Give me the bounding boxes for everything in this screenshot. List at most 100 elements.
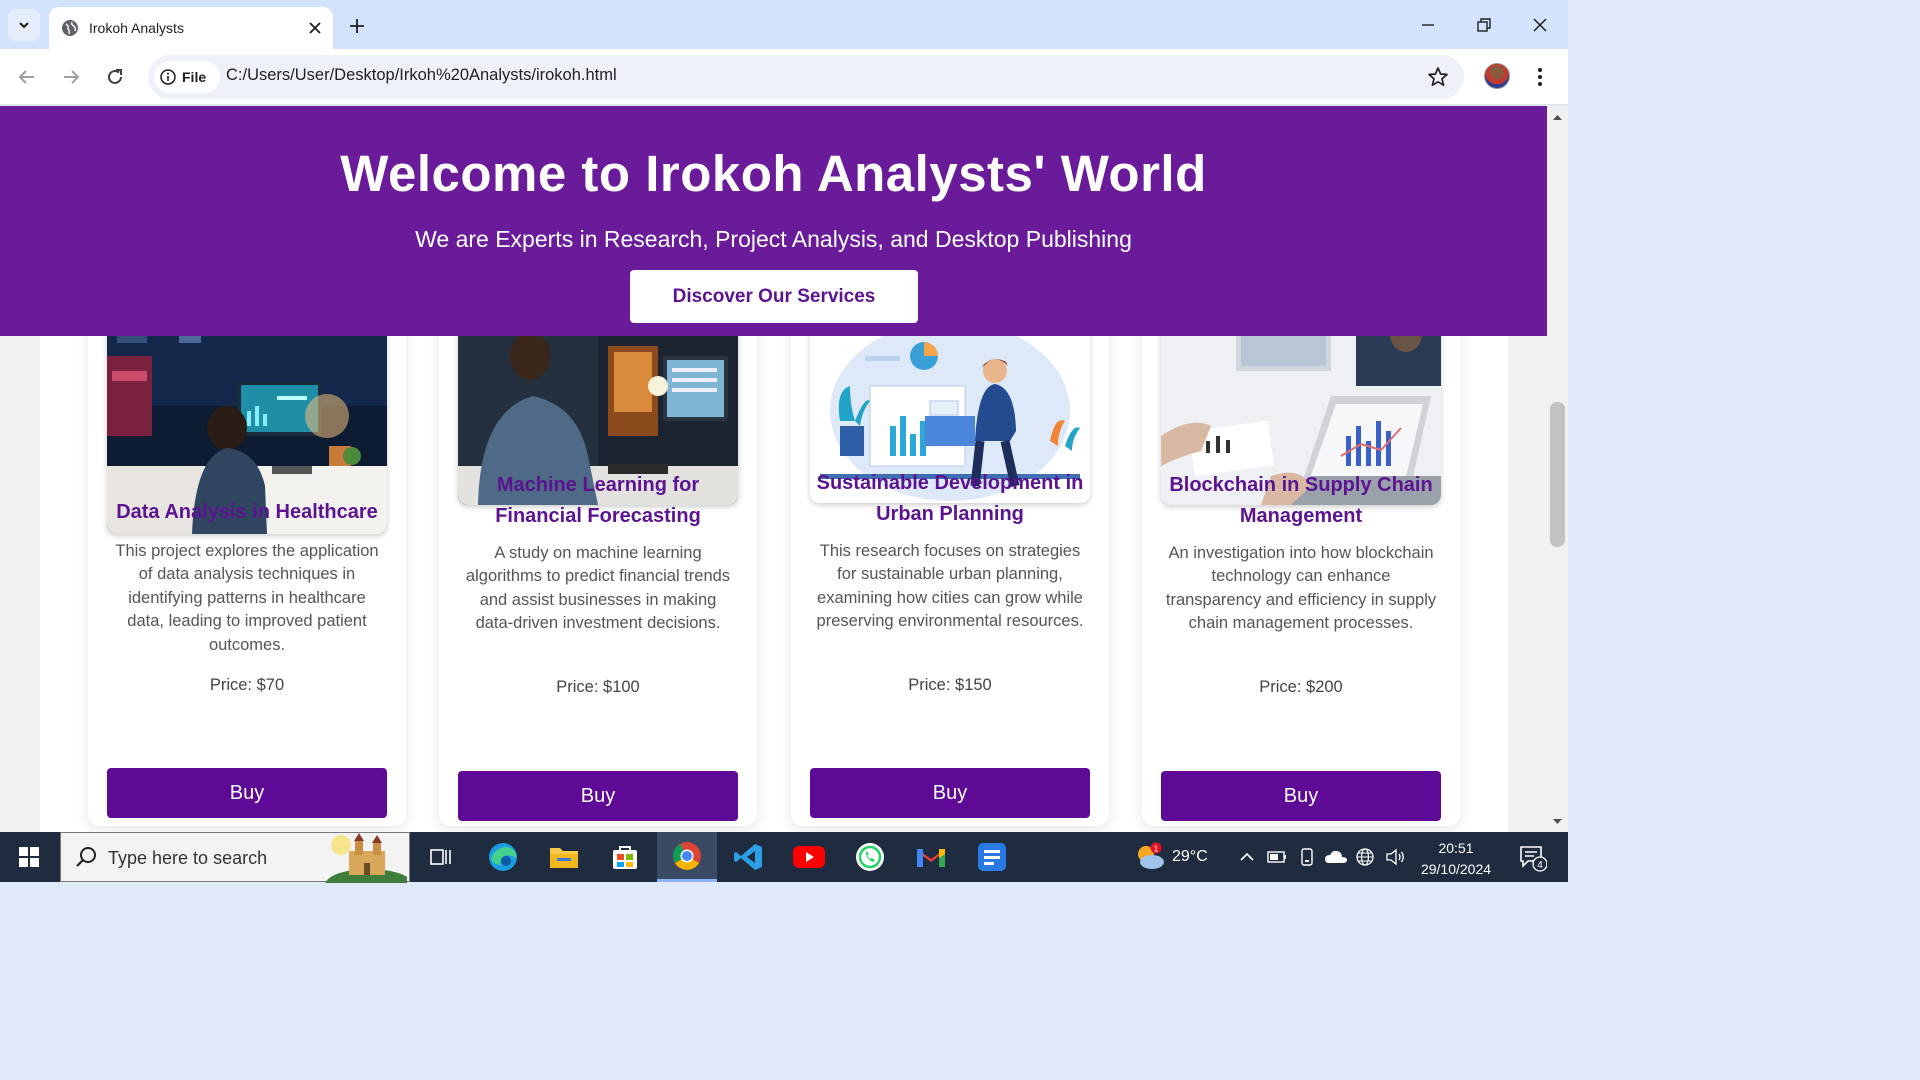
- site-info-chip[interactable]: File: [154, 61, 220, 93]
- scrollbar-thumb[interactable]: [1550, 402, 1565, 547]
- store-icon: [613, 846, 637, 869]
- buy-button[interactable]: Buy: [810, 768, 1090, 818]
- youtube-app-button[interactable]: [779, 832, 839, 882]
- gmail-icon: [917, 849, 945, 867]
- device-icon: [1301, 848, 1313, 866]
- browser-toolbar: File C:/Users/User/Desktop/Irkoh%20Analy…: [0, 49, 1568, 105]
- task-view-icon: [430, 849, 451, 865]
- docs-icon: [978, 843, 1006, 871]
- project-title: Sustainable Development in Urban Plannin…: [816, 472, 1084, 525]
- url-text[interactable]: C:/Users/User/Desktop/Irkoh%20Analysts/i…: [226, 66, 617, 85]
- chevron-up-icon: [1240, 852, 1254, 861]
- battery-indicator[interactable]: [1264, 832, 1290, 882]
- edge-app-button[interactable]: [473, 832, 533, 882]
- show-hidden-icons-button[interactable]: [1236, 832, 1258, 882]
- project-card: Data Analysis in Healthcare This project…: [88, 266, 406, 826]
- youtube-icon: [793, 846, 825, 868]
- project-price: Price: $100: [556, 678, 640, 696]
- site-info-label: File: [182, 69, 207, 85]
- browser-tab-active[interactable]: Irokoh Analysts: [49, 7, 333, 49]
- scroll-down-arrow-icon[interactable]: [1552, 816, 1563, 827]
- microsoft-store-app-button[interactable]: [595, 832, 655, 882]
- chevron-down-icon: [19, 22, 29, 29]
- back-button[interactable]: [11, 61, 43, 93]
- notification-icon: 4: [1520, 846, 1547, 872]
- minimize-icon: [1422, 23, 1434, 26]
- project-title: Blockchain in Supply Chain Management: [1169, 474, 1433, 527]
- notification-center-button[interactable]: 4: [1512, 832, 1552, 882]
- reload-button[interactable]: [99, 61, 131, 93]
- edge-icon: [489, 843, 517, 871]
- plus-icon: [350, 19, 364, 33]
- page-viewport: Data Analysis in Healthcare This project…: [0, 106, 1547, 832]
- minimize-window-button[interactable]: [1400, 0, 1456, 49]
- buy-button[interactable]: Buy: [458, 771, 738, 821]
- bookmark-star-icon[interactable]: [1426, 65, 1450, 89]
- network-indicator[interactable]: [1352, 832, 1378, 882]
- profile-avatar[interactable]: [1484, 63, 1510, 89]
- vscode-icon: [734, 844, 762, 870]
- gmail-app-button[interactable]: [901, 832, 961, 882]
- whatsapp-app-button[interactable]: [840, 832, 900, 882]
- reload-icon: [108, 69, 122, 84]
- tab-title: Irokoh Analysts: [89, 20, 184, 36]
- restore-icon: [1477, 17, 1491, 32]
- restore-window-button[interactable]: [1456, 0, 1512, 49]
- vscode-app-button[interactable]: [718, 832, 778, 882]
- tab-search-button[interactable]: [8, 9, 40, 41]
- clock-date: 29/10/2024: [1420, 861, 1492, 877]
- hero-title: Welcome to Irokoh Analysts' World: [340, 145, 1207, 202]
- taskbar-clock[interactable]: 20:51 29/10/2024: [1416, 838, 1496, 880]
- folder-icon: [550, 848, 578, 868]
- onedrive-indicator[interactable]: [1322, 832, 1350, 882]
- weather-temperature[interactable]: 29°C: [1172, 848, 1208, 866]
- battery-icon: [1267, 851, 1286, 863]
- project-card: Sustainable Development in Urban Plannin…: [791, 266, 1109, 826]
- close-window-button[interactable]: [1512, 0, 1568, 49]
- clock-time: 20:51: [1438, 840, 1474, 856]
- project-price: Price: $70: [209, 676, 285, 694]
- volume-indicator[interactable]: [1382, 832, 1408, 882]
- taskbar-search-box[interactable]: Type here to search: [60, 832, 410, 883]
- globe-network-icon: [1356, 848, 1374, 866]
- address-bar[interactable]: File C:/Users/User/Desktop/Irkoh%20Analy…: [148, 55, 1464, 99]
- project-price: Price: $200: [1259, 678, 1343, 696]
- taskbar-search-placeholder: Type here to search: [108, 848, 268, 868]
- close-icon: [1533, 17, 1547, 32]
- search-icon: [76, 847, 96, 867]
- browser-tab-strip: Irokoh Analysts: [0, 0, 1568, 49]
- globe-icon: [62, 20, 78, 36]
- weather-widget[interactable]: 1: [1132, 832, 1168, 882]
- cloud-icon: [1325, 850, 1347, 863]
- search-highlight-castle-icon: [325, 833, 407, 883]
- weather-badge: 1: [1154, 845, 1159, 854]
- hero-header: Welcome to Irokoh Analysts' World We are…: [0, 106, 1547, 336]
- project-description: An investigation into how blockchain tec…: [1165, 544, 1437, 633]
- speaker-icon: [1386, 848, 1404, 866]
- info-icon: [160, 69, 176, 85]
- buy-button[interactable]: Buy: [1161, 771, 1441, 821]
- project-description: This project explores the application of…: [115, 542, 379, 654]
- new-tab-button[interactable]: [342, 11, 372, 41]
- task-view-button[interactable]: [411, 832, 471, 882]
- chrome-app-button[interactable]: [657, 832, 717, 882]
- project-price: Price: $150: [908, 676, 992, 694]
- discover-services-button[interactable]: Discover Our Services: [630, 270, 918, 323]
- buy-button[interactable]: Buy: [107, 768, 387, 818]
- start-button[interactable]: [0, 832, 58, 882]
- browser-menu-button[interactable]: [1528, 61, 1552, 93]
- project-description: This research focuses on strategies for …: [816, 542, 1084, 631]
- docs-app-button[interactable]: [962, 832, 1022, 882]
- arrow-right-icon: [64, 70, 80, 84]
- scroll-up-arrow-icon[interactable]: [1552, 112, 1563, 123]
- forward-button[interactable]: [55, 61, 87, 93]
- more-vertical-icon: [1538, 68, 1542, 86]
- device-indicator[interactable]: [1294, 832, 1320, 882]
- weather-cloud-sun-icon: 1: [1138, 842, 1164, 869]
- project-card: Blockchain in Supply Chain Management An…: [1142, 266, 1460, 826]
- close-tab-icon[interactable]: [303, 16, 327, 40]
- project-title: Data Analysis in Healthcare: [116, 501, 378, 523]
- file-explorer-app-button[interactable]: [534, 832, 594, 882]
- page-scrollbar[interactable]: [1547, 106, 1568, 832]
- whatsapp-icon: [856, 843, 884, 871]
